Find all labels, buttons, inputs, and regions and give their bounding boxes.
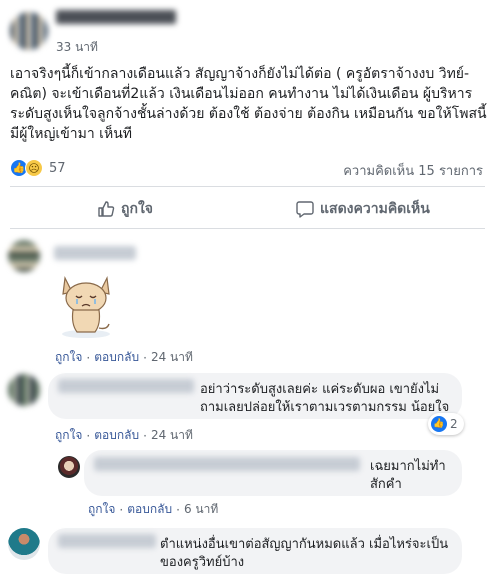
post-header: 33 นาที bbox=[0, 0, 495, 60]
reply-meta: ถูกใจ · ตอบกลับ · 6 นาที bbox=[88, 500, 218, 519]
comment-like-link[interactable]: ถูกใจ bbox=[55, 426, 82, 445]
post-reactions[interactable]: 👍 ☹ 57 bbox=[10, 158, 66, 178]
comment-time[interactable]: 24 นาที bbox=[151, 348, 193, 367]
sad-reaction-icon: ☹ bbox=[25, 159, 43, 177]
comment-button-label: แสดงความคิดเห็น bbox=[320, 201, 430, 217]
commenter-avatar[interactable] bbox=[8, 374, 40, 406]
comment-reply-link[interactable]: ตอบกลับ bbox=[94, 426, 139, 445]
comment-reaction-count: 2 bbox=[450, 417, 458, 431]
commenter-name[interactable] bbox=[54, 246, 136, 260]
commenter-avatar[interactable] bbox=[8, 528, 40, 560]
divider bbox=[10, 186, 485, 187]
comment-text: ตำแหน่งอื่นเขาต่อสัญญากันหมดแล้ว เมื่อไห… bbox=[160, 537, 449, 570]
commenter-name[interactable] bbox=[58, 534, 156, 548]
divider bbox=[10, 228, 485, 229]
commenter-name[interactable] bbox=[58, 379, 194, 393]
speech-bubble-icon bbox=[296, 201, 314, 218]
commenter-avatar[interactable] bbox=[8, 240, 40, 272]
post-author-name[interactable] bbox=[56, 10, 176, 24]
comment-like-link[interactable]: ถูกใจ bbox=[55, 348, 82, 367]
post-timestamp[interactable]: 33 นาที bbox=[56, 38, 98, 57]
like-button[interactable]: ถูกใจ bbox=[97, 198, 153, 220]
reply-text: เฉยมากไม่ทำสักคำ bbox=[370, 459, 446, 492]
comment-button[interactable]: แสดงความคิดเห็น bbox=[296, 198, 430, 220]
reply-time[interactable]: 6 นาที bbox=[184, 500, 218, 519]
replier-avatar[interactable] bbox=[58, 456, 80, 478]
reply-reply-link[interactable]: ตอบกลับ bbox=[127, 500, 172, 519]
thumbs-up-icon bbox=[98, 201, 115, 217]
separator: · bbox=[86, 428, 91, 443]
comment-reaction-badge[interactable]: 👍 2 bbox=[428, 413, 464, 435]
replier-name[interactable] bbox=[94, 457, 360, 471]
separator: · bbox=[86, 350, 91, 365]
comment-time[interactable]: 24 นาที bbox=[151, 426, 193, 445]
separator: · bbox=[176, 502, 180, 517]
comment-meta: ถูกใจ · ตอบกลับ · 24 นาที bbox=[55, 348, 193, 367]
separator: · bbox=[143, 428, 147, 443]
reaction-count: 57 bbox=[49, 160, 66, 176]
comment-meta: ถูกใจ · ตอบกลับ · 24 นาที bbox=[55, 426, 193, 445]
comment-text: อย่าว่าระดับสูงเลยค่ะ แค่ระดับผอ เขายังไ… bbox=[200, 382, 450, 415]
separator: · bbox=[119, 502, 124, 517]
crying-cat-sticker bbox=[55, 268, 117, 340]
like-button-label: ถูกใจ bbox=[121, 201, 153, 217]
post-text: เอาจริงๆนี้ก็เข้ากลางเดือนแล้ว สัญญาจ้าง… bbox=[10, 66, 487, 142]
comment-count-link[interactable]: ความคิดเห็น 15 รายการ bbox=[343, 160, 483, 181]
comment-reply-link[interactable]: ตอบกลับ bbox=[94, 348, 139, 367]
separator: · bbox=[143, 350, 147, 365]
reply-like-link[interactable]: ถูกใจ bbox=[88, 500, 115, 519]
like-reaction-icon: 👍 bbox=[431, 416, 447, 432]
post-author-avatar[interactable] bbox=[10, 12, 48, 50]
